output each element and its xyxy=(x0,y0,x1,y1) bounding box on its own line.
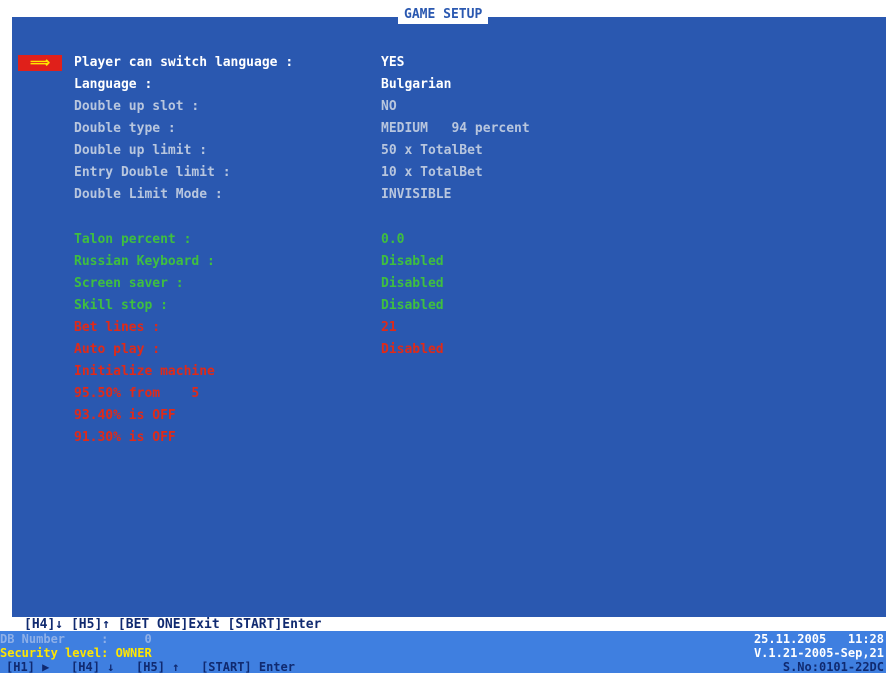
setting-value-double-type[interactable]: MEDIUM 94 percent xyxy=(381,120,530,138)
setting-label-skill-stop[interactable]: Skill stop : xyxy=(74,297,168,315)
setting-value-double-up-slot[interactable]: NO xyxy=(381,98,397,116)
setting-value-screen-saver[interactable]: Disabled xyxy=(381,275,444,293)
percent-option-95-50[interactable]: 95.50% from 5 xyxy=(74,385,199,403)
border-line xyxy=(10,11,12,617)
serial-number-text: S.No:0101-22DC xyxy=(782,660,884,674)
border-line xyxy=(6,11,8,617)
setting-value-bet-lines[interactable]: 21 xyxy=(381,319,397,337)
setting-value-talon-percent[interactable]: 0.0 xyxy=(381,231,404,249)
setting-label-double-up-slot[interactable]: Double up slot : xyxy=(74,98,199,116)
setting-value-auto-play[interactable]: Disabled xyxy=(381,341,444,359)
setting-label-double-type[interactable]: Double type : xyxy=(74,120,176,138)
setting-label-bet-lines[interactable]: Bet lines : xyxy=(74,319,160,337)
setting-label-russian-keyboard[interactable]: Russian Keyboard : xyxy=(74,253,215,271)
setting-label-language[interactable]: Language : xyxy=(74,76,152,94)
db-number-text: DB Number : 0 xyxy=(0,632,152,646)
datetime-text: 25.11.2005 11:28 xyxy=(753,632,884,646)
setting-value-switch-language[interactable]: YES xyxy=(381,54,404,72)
setting-label-switch-language[interactable]: Player can switch language : xyxy=(74,54,293,72)
initialize-machine-item[interactable]: Initialize machine xyxy=(74,363,215,381)
setting-label-entry-double-limit[interactable]: Entry Double limit : xyxy=(74,164,231,182)
setting-value-russian-keyboard[interactable]: Disabled xyxy=(381,253,444,271)
setting-value-language[interactable]: Bulgarian xyxy=(381,76,451,94)
setting-label-talon-percent[interactable]: Talon percent : xyxy=(74,231,191,249)
setting-value-skill-stop[interactable]: Disabled xyxy=(381,297,444,315)
percent-option-91-30[interactable]: 91.30% is OFF xyxy=(74,429,176,447)
page-title: GAME SETUP xyxy=(398,6,489,24)
setting-value-entry-double-limit[interactable]: 10 x TotalBet xyxy=(381,164,483,182)
selector-arrow-icon: ⟹ xyxy=(18,55,62,71)
setting-label-auto-play[interactable]: Auto play : xyxy=(74,341,160,359)
setting-label-double-up-limit[interactable]: Double up limit : xyxy=(74,142,207,160)
version-text: V.1.21-2005-Sep,21 xyxy=(753,646,884,660)
setting-value-double-limit-mode[interactable]: INVISIBLE xyxy=(381,186,451,204)
setting-label-screen-saver[interactable]: Screen saver : xyxy=(74,275,184,293)
percent-option-93-40[interactable]: 93.40% is OFF xyxy=(74,407,176,425)
status-key-help: [H1] ▶ [H4] ↓ [H5] ↑ [START] Enter xyxy=(6,660,295,674)
game-setup-screen: GAME SETUP ⟹ Player can switch language … xyxy=(0,0,886,674)
setting-value-double-up-limit[interactable]: 50 x TotalBet xyxy=(381,142,483,160)
security-level-text: Security level: OWNER xyxy=(0,646,152,660)
setting-label-double-limit-mode[interactable]: Double Limit Mode : xyxy=(74,186,223,204)
